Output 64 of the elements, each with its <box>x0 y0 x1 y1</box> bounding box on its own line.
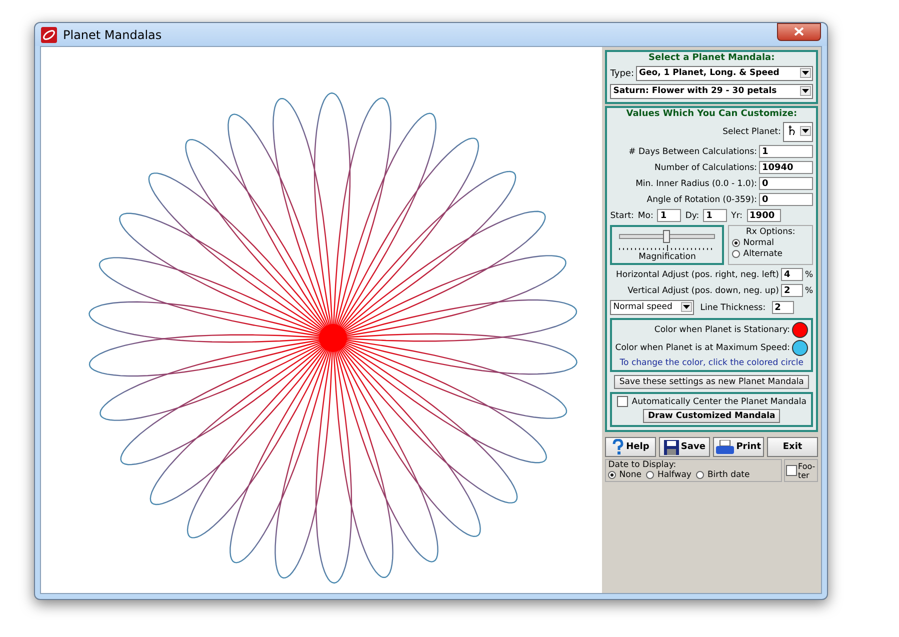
field-label: Dy: <box>685 210 700 220</box>
input-field[interactable]: 10940 <box>759 161 813 174</box>
input-field[interactable]: 1 <box>759 145 813 158</box>
field-label: Min. Inner Radius (0.0 - 1.0): <box>636 178 757 188</box>
input-field[interactable]: 2 <box>772 301 794 314</box>
group-title: Date to Display: <box>608 460 678 470</box>
field-label: Start: <box>610 210 634 220</box>
app-icon <box>41 26 57 42</box>
question-mark-icon <box>612 439 624 455</box>
draw-button[interactable]: Draw Customized Mandala <box>642 409 780 423</box>
color-circle[interactable] <box>792 340 808 356</box>
color-label: Color when Planet is at Maximum Speed: <box>615 343 790 353</box>
dropdown-arrow-icon <box>802 71 809 75</box>
checkbox[interactable]: Automatically Center the Planet Mandala <box>616 396 806 407</box>
radio-button[interactable]: Halfway <box>646 470 692 480</box>
field-label: Select Planet: <box>722 127 781 137</box>
radio-button[interactable]: Birth date <box>696 470 750 480</box>
slider-label: Magnification <box>638 252 696 262</box>
dropdown-arrow-icon <box>683 305 690 309</box>
section-heading: Values Which You Can Customize: <box>625 109 798 119</box>
print-button[interactable]: Print <box>713 437 764 457</box>
speed-dropdown[interactable]: Normal speed <box>610 300 694 315</box>
input-field[interactable]: 1 <box>657 209 682 222</box>
field-label: Yr: <box>731 210 743 220</box>
footer-checkbox[interactable]: Foo- ter <box>784 459 818 482</box>
save-settings-button[interactable]: Save these settings as new Planet Mandala <box>614 375 809 389</box>
input-field[interactable]: 1900 <box>746 209 781 222</box>
help-button[interactable]: Help <box>605 437 656 457</box>
exit-button[interactable]: Exit <box>767 437 818 457</box>
field-label: # Days Between Calculations: <box>628 146 757 156</box>
slider-thumb[interactable] <box>663 230 670 243</box>
save-button[interactable]: Save <box>659 437 710 457</box>
printer-icon <box>716 440 734 454</box>
dropdown-arrow-icon <box>802 89 809 93</box>
field-label: Number of Calculations: <box>654 162 757 172</box>
radio-button[interactable]: Normal <box>732 238 809 248</box>
mandala-dropdown[interactable]: Saturn: Flower with 29 - 30 petals <box>610 84 813 99</box>
dropdown-arrow-icon <box>802 129 809 133</box>
close-icon <box>794 27 804 36</box>
window-title: Planet Mandalas <box>63 28 163 42</box>
input-field[interactable]: 0 <box>759 177 813 190</box>
type-label: Type: <box>610 68 634 78</box>
radio-button[interactable]: None <box>608 470 642 480</box>
unit-label: % <box>805 286 813 296</box>
unit-label: % <box>805 270 813 280</box>
field-label: Horizontal Adjust (pos. right, neg. left) <box>616 270 779 280</box>
magnification-slider[interactable] <box>619 230 716 243</box>
group-title: Rx Options: <box>744 227 796 237</box>
field-label: Vertical Adjust (pos. down, neg. up) <box>628 286 779 296</box>
color-circle[interactable] <box>792 322 808 338</box>
field-label: Angle of Rotation (0-359): <box>646 194 757 204</box>
input-field[interactable]: 0 <box>759 193 813 206</box>
radio-button[interactable]: Alternate <box>732 249 809 259</box>
color-label: Color when Planet is Stationary: <box>654 325 790 335</box>
field-label: Mo: <box>638 210 654 220</box>
planet-dropdown[interactable]: ♄ <box>783 122 813 142</box>
input-field[interactable]: 1 <box>703 209 728 222</box>
section-heading: Select a Planet Mandala: <box>648 53 776 63</box>
close-button[interactable] <box>777 22 821 40</box>
input-field[interactable]: 2 <box>781 284 803 297</box>
field-label: Line Thickness: <box>700 302 766 312</box>
color-hint: To change the color, click the colored circle <box>618 358 804 368</box>
input-field[interactable]: 4 <box>781 268 803 281</box>
type-dropdown[interactable]: Geo, 1 Planet, Long. & Speed <box>636 66 813 81</box>
